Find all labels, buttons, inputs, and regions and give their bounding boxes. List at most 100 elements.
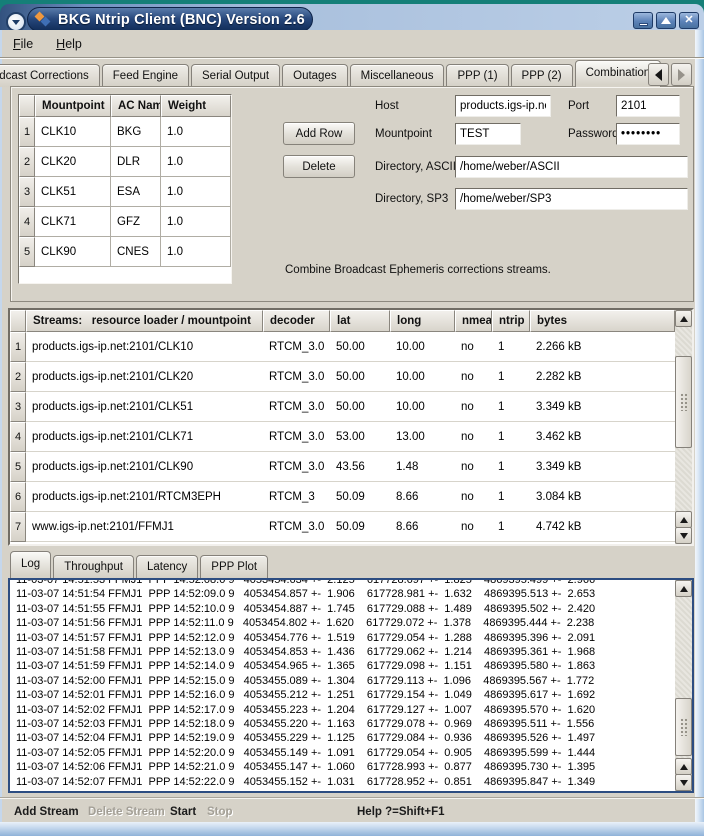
tab-ppp-2[interactable]: PPP (2): [511, 64, 573, 87]
column-header[interactable]: lat: [330, 310, 390, 332]
title-pill: BKG Ntrip Client (BNC) Version 2.6: [27, 7, 313, 32]
maximize-button[interactable]: [656, 12, 676, 29]
app-window: BKG Ntrip Client (BNC) Version 2.6 ✕ Fil…: [0, 0, 704, 836]
titlebar: BKG Ntrip Client (BNC) Version 2.6 ✕: [0, 4, 704, 30]
tab-outages[interactable]: Outages: [282, 64, 347, 87]
bytes-cell: 3.462 kB: [530, 422, 675, 452]
table-row[interactable]: 2 products.igs-ip.net:2101/CLK20 RTCM_3.…: [10, 362, 675, 392]
bytes-cell: 4.742 kB: [530, 512, 675, 542]
row-number: 3: [10, 392, 26, 422]
chevron-down-icon: [12, 20, 20, 25]
tab-ppp-plot[interactable]: PPP Plot: [200, 555, 268, 578]
stream-mountpoint-cell: products.igs-ip.net:2101/CLK71: [26, 422, 263, 452]
log-line: 11-03-07 14:52:07 FFMJ1 PPP 14:52:22.0 9…: [16, 775, 675, 789]
bytes-cell: 3.084 kB: [530, 482, 675, 512]
window-title: BKG Ntrip Client (BNC) Version 2.6: [58, 12, 305, 28]
ntrip-cell: 1: [492, 512, 530, 542]
corner-header-cell: [10, 310, 26, 332]
nmea-cell: no: [455, 452, 492, 482]
column-header[interactable]: Streams: resource loader / mountpoint: [26, 310, 263, 332]
scroll-down-button[interactable]: [675, 527, 692, 544]
log-line: 11-03-07 14:52:05 FFMJ1 PPP 14:52:20.0 9…: [16, 746, 675, 760]
menubar: File Help: [0, 30, 704, 57]
delete-stream-button[interactable]: Delete Stream: [88, 806, 165, 818]
row-number: 6: [10, 482, 26, 512]
table-row[interactable]: 4 products.igs-ip.net:2101/CLK71 RTCM_3.…: [10, 422, 675, 452]
stream-mountpoint-cell: products.igs-ip.net:2101/CLK51: [26, 392, 263, 422]
start-button[interactable]: Start: [170, 806, 196, 818]
close-button[interactable]: ✕: [679, 12, 699, 29]
table-row[interactable]: 3 products.igs-ip.net:2101/CLK51 RTCM_3.…: [10, 392, 675, 422]
stream-mountpoint-cell: products.igs-ip.net:2101/CLK90: [26, 452, 263, 482]
chevron-left-icon: [655, 69, 662, 81]
tab-serial-output[interactable]: Serial Output: [191, 64, 280, 87]
arrow-up-icon: [680, 586, 688, 592]
column-header[interactable]: bytes: [530, 310, 675, 332]
add-stream-button[interactable]: Add Stream: [14, 806, 79, 818]
row-number: 4: [10, 422, 26, 452]
tab-broadcast-corrections[interactable]: Broadcast Corrections: [0, 64, 100, 87]
minimize-button[interactable]: [633, 12, 653, 29]
log-line: 11-03-07 14:52:04 FFMJ1 PPP 14:52:19.0 9…: [16, 731, 675, 745]
window-menu-button[interactable]: [6, 12, 26, 32]
table-row[interactable]: 7 www.igs-ip.net:2101/FFMJ1 RTCM_3.0 50.…: [10, 512, 675, 542]
log-line: 11-03-07 14:51:56 FFMJ1 PPP 14:52:11.0 9…: [16, 616, 675, 630]
menu-help[interactable]: Help: [56, 37, 82, 51]
table-row[interactable]: 6 products.igs-ip.net:2101/RTCM3EPH RTCM…: [10, 482, 675, 512]
long-cell: 8.66: [390, 512, 455, 542]
column-header[interactable]: long: [390, 310, 455, 332]
streams-table[interactable]: Streams: resource loader / mountpoint de…: [8, 308, 694, 546]
window-border-left: [0, 30, 2, 822]
log-line: 11-03-07 14:52:01 FFMJ1 PPP 14:52:16.0 9…: [16, 688, 675, 702]
streams-scrollbar[interactable]: [675, 310, 692, 544]
nmea-cell: no: [455, 422, 492, 452]
bytes-cell: 3.349 kB: [530, 452, 675, 482]
log-view[interactable]: 11-03-07 14:51:53 FFMJ1 PPP 14:52:08.0 9…: [8, 578, 694, 793]
ntrip-cell: 1: [492, 452, 530, 482]
tab-feed-engine[interactable]: Feed Engine: [102, 64, 189, 87]
tab-latency[interactable]: Latency: [136, 555, 198, 578]
tab-scroll-right-button[interactable]: [671, 63, 692, 86]
stream-mountpoint-cell: products.igs-ip.net:2101/CLK10: [26, 332, 263, 362]
tab-miscellaneous[interactable]: Miscellaneous: [350, 64, 445, 87]
column-header[interactable]: nmea: [455, 310, 492, 332]
ntrip-cell: 1: [492, 422, 530, 452]
log-scrollbar[interactable]: [675, 580, 692, 791]
menu-file[interactable]: File: [13, 37, 33, 51]
lat-cell: 50.09: [330, 512, 390, 542]
log-line: 11-03-07 14:52:06 FFMJ1 PPP 14:52:21.0 9…: [16, 760, 675, 774]
stream-mountpoint-cell: products.igs-ip.net:2101/CLK20: [26, 362, 263, 392]
nmea-cell: no: [455, 332, 492, 362]
tab-ppp-1[interactable]: PPP (1): [446, 64, 508, 87]
streams-header: Streams: resource loader / mountpoint de…: [10, 310, 675, 332]
ntrip-cell: 1: [492, 332, 530, 362]
menubar-separator: [0, 57, 704, 59]
tab-log[interactable]: Log: [10, 551, 51, 578]
tab-throughput[interactable]: Throughput: [53, 555, 134, 578]
tab-scroll-left-button[interactable]: [648, 63, 669, 86]
decoder-cell: RTCM_3.0: [263, 422, 330, 452]
scroll-down-button[interactable]: [675, 774, 692, 791]
column-header[interactable]: decoder: [263, 310, 330, 332]
minimize-icon: [639, 23, 648, 26]
scroll-up-button-bottom[interactable]: [675, 511, 692, 528]
log-line: 11-03-07 14:52:03 FFMJ1 PPP 14:52:18.0 9…: [16, 717, 675, 731]
log-line: 11-03-07 14:52:00 FFMJ1 PPP 14:52:15.0 9…: [16, 674, 675, 688]
table-row[interactable]: 5 products.igs-ip.net:2101/CLK90 RTCM_3.…: [10, 452, 675, 482]
nmea-cell: no: [455, 512, 492, 542]
lat-cell: 50.00: [330, 362, 390, 392]
scrollbar-thumb[interactable]: [675, 698, 692, 756]
scrollbar-thumb[interactable]: [675, 356, 692, 448]
scroll-up-button[interactable]: [675, 310, 692, 327]
scroll-up-button-bottom[interactable]: [675, 758, 692, 775]
scroll-up-button[interactable]: [675, 580, 692, 597]
lat-cell: 53.00: [330, 422, 390, 452]
stream-mountpoint-cell: www.igs-ip.net:2101/FFMJ1: [26, 512, 263, 542]
table-row[interactable]: 1 products.igs-ip.net:2101/CLK10 RTCM_3.…: [10, 332, 675, 362]
ntrip-cell: 1: [492, 362, 530, 392]
lat-cell: 43.56: [330, 452, 390, 482]
app-icon: [35, 12, 51, 27]
lat-cell: 50.09: [330, 482, 390, 512]
column-header[interactable]: ntrip: [492, 310, 530, 332]
stop-button[interactable]: Stop: [207, 806, 233, 818]
